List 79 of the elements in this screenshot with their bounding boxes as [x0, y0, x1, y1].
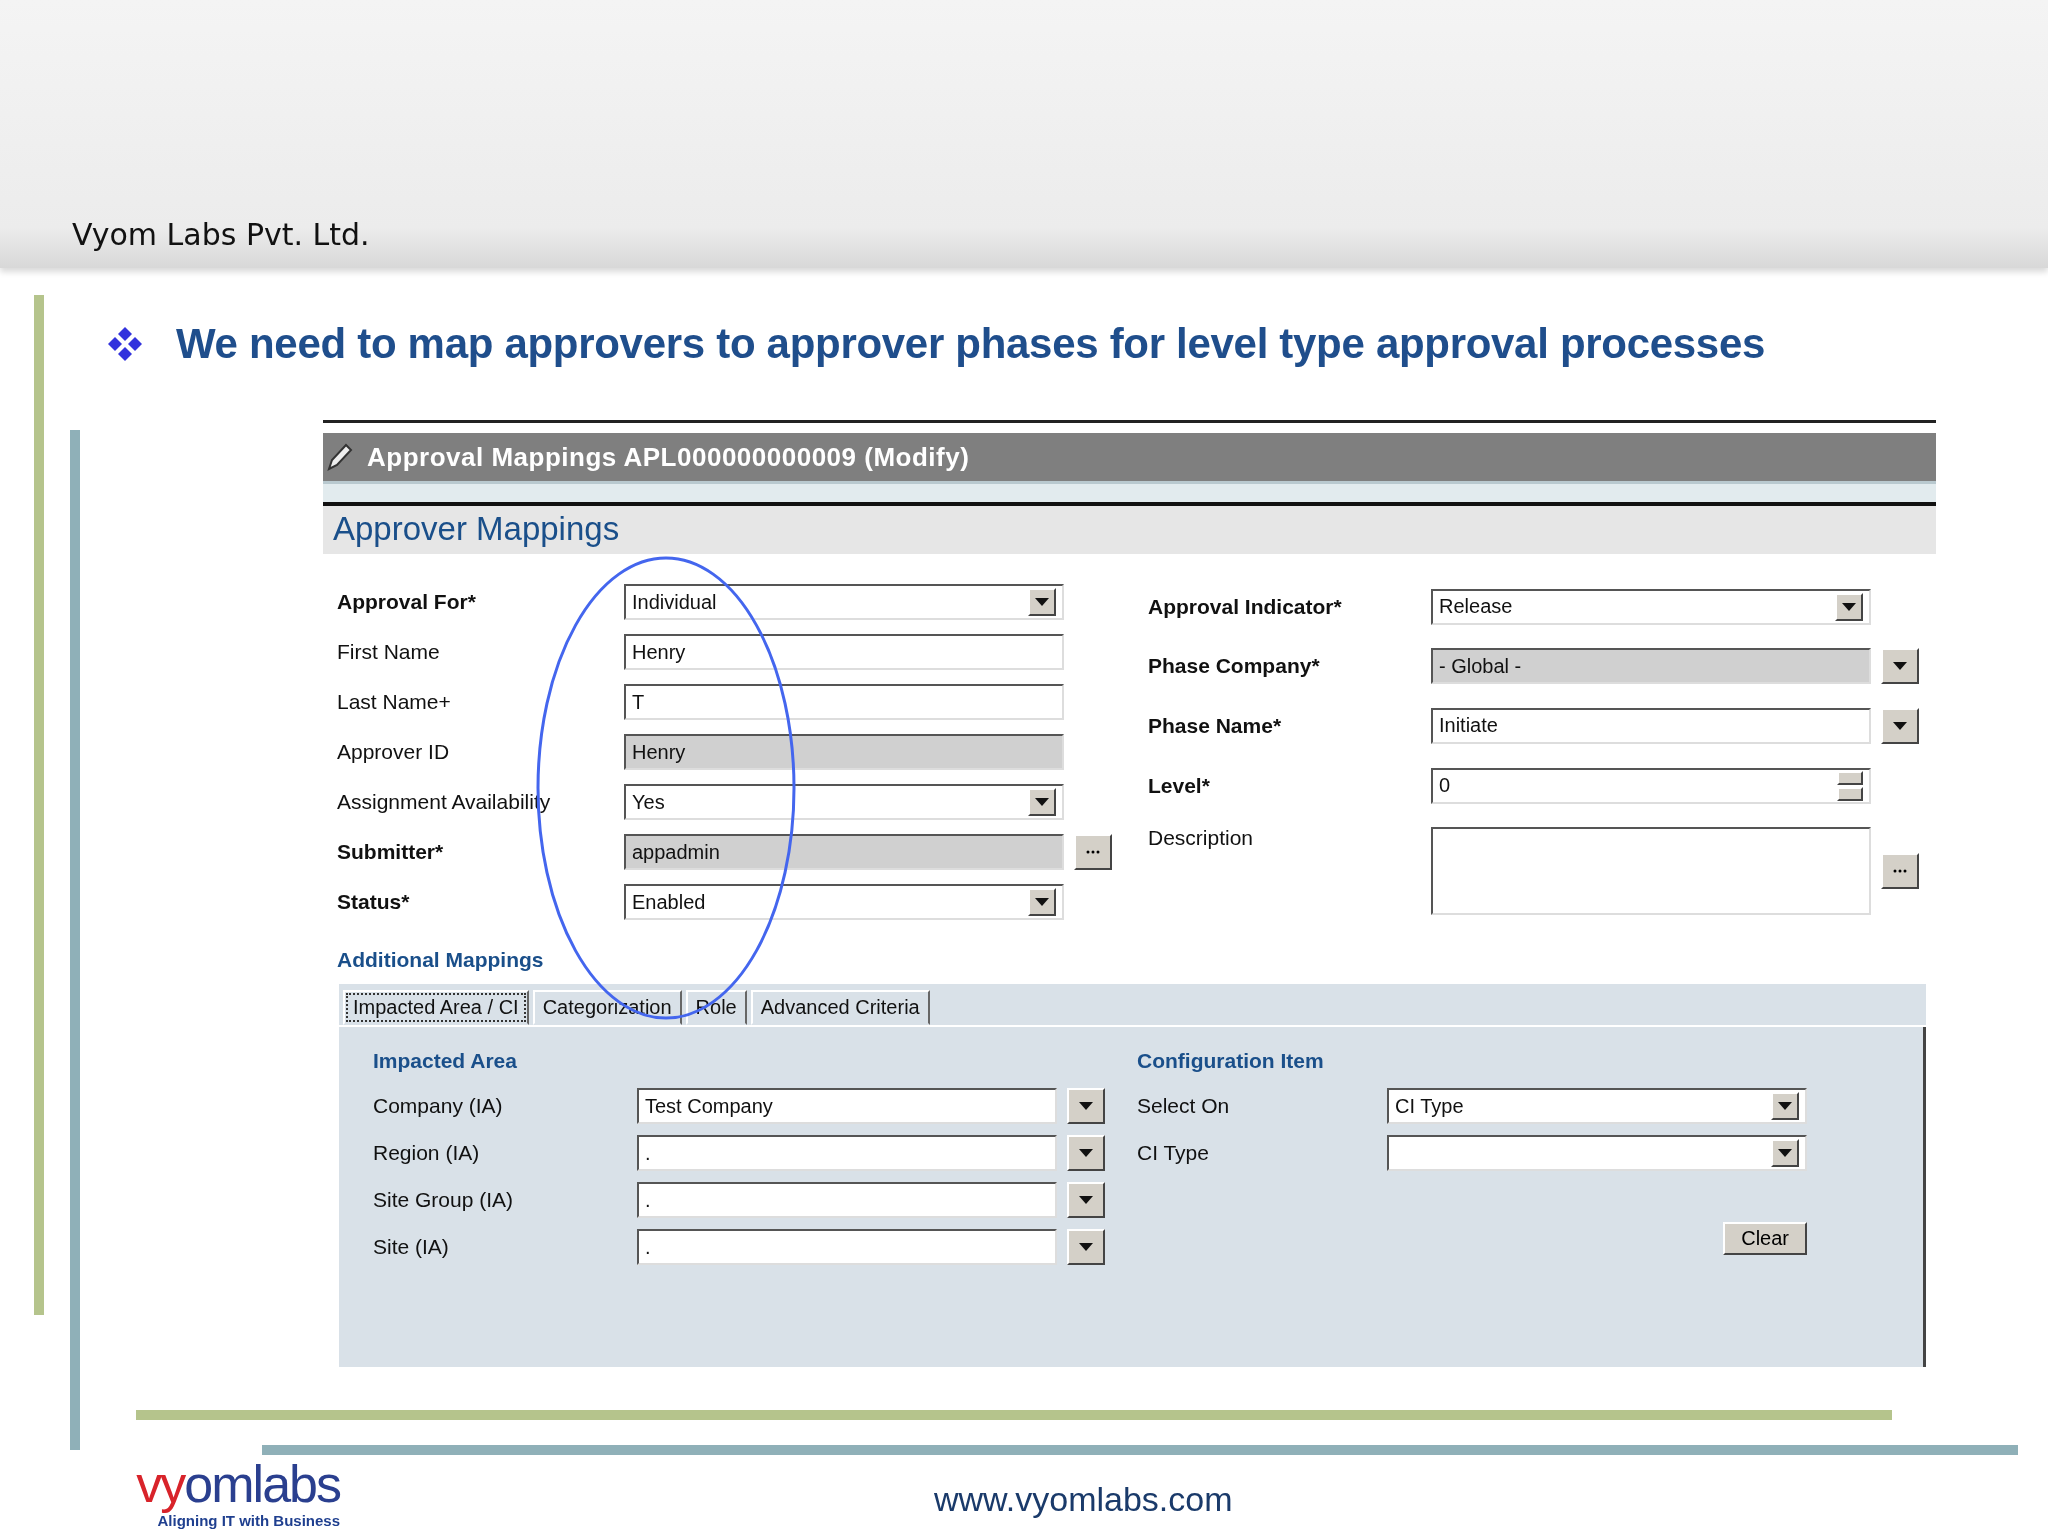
dropdown-field[interactable]: Enabled	[624, 884, 1064, 920]
dropdown-button[interactable]	[1835, 592, 1863, 621]
tab[interactable]: Advanced Criteria	[750, 990, 930, 1025]
text-field[interactable]: Henry	[624, 634, 1064, 670]
browse-button[interactable]	[1074, 834, 1112, 870]
dropdown-button[interactable]	[1067, 1229, 1105, 1265]
field-label: Region (IA)	[373, 1141, 481, 1165]
field-label: Submitter*	[337, 840, 445, 864]
dropdown-field[interactable]: Initiate	[1431, 708, 1871, 744]
field-label: Last Name+	[337, 690, 452, 714]
field-label: Select On	[1137, 1094, 1231, 1118]
field-label: First Name	[337, 640, 441, 664]
field-label: Phase Name*	[1148, 714, 1283, 738]
dropdown-arrow-icon	[1079, 1149, 1093, 1157]
dropdown-arrow-icon	[1778, 1149, 1792, 1157]
tab[interactable]: Impacted Area / CI	[343, 990, 529, 1025]
ellipsis-icon	[1086, 850, 1100, 854]
field-label: Approval For*	[337, 590, 477, 614]
field-label: Description	[1148, 825, 1255, 851]
dropdown-arrow-icon	[1035, 798, 1049, 806]
field-label: Level*	[1148, 773, 1211, 798]
window-title: Approval Mappings APL000000000009 (Modify)	[367, 441, 970, 473]
field-label: Phase Company*	[1148, 654, 1321, 679]
pencil-icon	[325, 441, 353, 473]
dropdown-button[interactable]	[1067, 1182, 1105, 1218]
dropdown-field[interactable]: CI Type	[1387, 1088, 1807, 1124]
text-area[interactable]	[1431, 827, 1871, 916]
dropdown-field[interactable]: Test Company	[637, 1088, 1057, 1124]
dropdown-button[interactable]	[1028, 588, 1056, 616]
dropdown-button[interactable]	[1067, 1088, 1105, 1124]
dropdown-button[interactable]	[1771, 1139, 1799, 1167]
browse-button[interactable]	[1881, 853, 1919, 890]
slide-heading: We need to map approvers to approver phases for level type approval processes	[176, 320, 1766, 368]
dropdown-arrow-icon	[1778, 1102, 1792, 1110]
dropdown-button[interactable]	[1028, 888, 1056, 916]
text-field[interactable]: appadmin	[624, 834, 1064, 870]
dropdown-field[interactable]: Individual	[624, 584, 1064, 620]
text-field[interactable]: T	[624, 684, 1064, 720]
dropdown-arrow-icon	[1893, 662, 1907, 671]
field-label: Approver ID	[337, 740, 451, 764]
dropdown-button[interactable]	[1067, 1135, 1105, 1171]
dropdown-arrow-icon	[1079, 1102, 1093, 1110]
section-title: Approver Mappings	[323, 506, 1936, 554]
dropdown-arrow-icon	[1079, 1243, 1093, 1251]
field-label: Site Group (IA)	[373, 1188, 515, 1212]
dropdown-button[interactable]	[1028, 788, 1056, 816]
logo-tagline: Aligning IT with Business	[157, 1512, 340, 1529]
diamond-bullet-icon	[106, 325, 144, 363]
dropdown-button[interactable]	[1771, 1092, 1799, 1120]
dropdown-field[interactable]: Yes	[624, 784, 1064, 820]
spin-up-button[interactable]	[1837, 770, 1863, 785]
dropdown-field[interactable]: - Global -	[1431, 648, 1871, 685]
number-field[interactable]: 0	[1431, 767, 1871, 804]
spin-down-button[interactable]	[1837, 786, 1863, 801]
dropdown-field[interactable]: .	[637, 1135, 1057, 1171]
field-label: Status*	[337, 890, 411, 914]
clear-button[interactable]: Clear	[1723, 1222, 1807, 1255]
ellipsis-icon	[1893, 869, 1907, 874]
group-title: Impacted Area	[373, 1049, 518, 1073]
dropdown-arrow-icon	[1842, 602, 1856, 611]
field-label: Approval Indicator*	[1148, 594, 1343, 619]
group-title: Configuration Item	[1137, 1049, 1325, 1073]
dropdown-arrow-icon	[1893, 722, 1907, 730]
dropdown-field[interactable]	[1387, 1135, 1807, 1171]
dropdown-button[interactable]	[1881, 648, 1919, 685]
website-url: www.vyomlabs.com	[934, 1480, 1233, 1519]
dropdown-field[interactable]: Release	[1431, 588, 1871, 625]
dropdown-arrow-icon	[1035, 598, 1049, 606]
section-title: Additional Mappings	[336, 947, 545, 972]
field-label: Company (IA)	[373, 1094, 504, 1118]
text-field[interactable]: Henry	[624, 734, 1064, 770]
dropdown-field[interactable]: .	[637, 1182, 1057, 1218]
company-name: Vyom Labs Pvt. Ltd.	[72, 220, 371, 250]
field-label: Site (IA)	[373, 1235, 450, 1259]
dropdown-arrow-icon	[1035, 898, 1049, 906]
dropdown-field[interactable]: .	[637, 1229, 1057, 1265]
dropdown-button[interactable]	[1881, 708, 1919, 744]
dropdown-arrow-icon	[1079, 1196, 1093, 1204]
field-label: CI Type	[1137, 1141, 1210, 1165]
